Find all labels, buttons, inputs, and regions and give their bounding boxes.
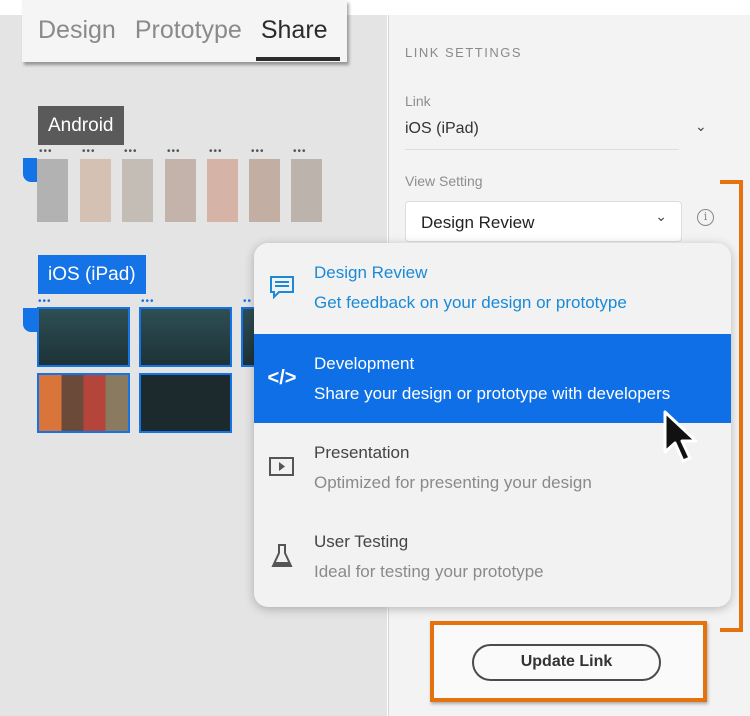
android-group-label[interactable]: Android bbox=[38, 106, 124, 145]
ipad-artboard[interactable] bbox=[37, 307, 130, 367]
artboard-menu-dots[interactable]: ••• bbox=[82, 147, 96, 157]
highlight-bracket-end bbox=[720, 628, 743, 632]
chevron-down-icon: ⌄ bbox=[695, 118, 707, 134]
mode-tabs: Design Prototype Share bbox=[22, 0, 347, 62]
android-artboard[interactable] bbox=[165, 159, 196, 222]
menu-item-title: Design Review bbox=[314, 263, 428, 282]
android-artboard[interactable] bbox=[207, 159, 238, 222]
link-label: Link bbox=[405, 93, 431, 109]
android-artboard[interactable] bbox=[80, 159, 111, 222]
android-artboard[interactable] bbox=[291, 159, 322, 222]
tab-share[interactable]: Share bbox=[255, 0, 340, 62]
ipad-artboard[interactable] bbox=[139, 307, 232, 367]
menu-item-presentation[interactable]: Presentation Optimized for presenting yo… bbox=[254, 423, 731, 512]
view-setting-label: View Setting bbox=[405, 173, 483, 189]
play-icon bbox=[268, 453, 296, 481]
view-setting-menu: Design Review Get feedback on your desig… bbox=[254, 243, 731, 607]
menu-item-title: Development bbox=[314, 354, 415, 373]
view-setting-value: Design Review bbox=[421, 213, 535, 232]
artboard-menu-dots[interactable]: ••• bbox=[39, 147, 53, 157]
artboard-menu-dots[interactable]: ••• bbox=[251, 147, 265, 157]
comment-icon bbox=[268, 273, 296, 301]
ipad-artboard[interactable] bbox=[37, 373, 130, 433]
link-select[interactable]: iOS (iPad) ⌄ bbox=[405, 112, 715, 150]
artboard-menu-dots[interactable]: ••• bbox=[167, 147, 181, 157]
artboard-menu-dots[interactable]: ••• bbox=[124, 147, 138, 157]
tab-prototype[interactable]: Prototype bbox=[135, 0, 242, 62]
artboard-menu-dots[interactable]: ••• bbox=[293, 147, 307, 157]
section-title: LINK SETTINGS bbox=[405, 45, 523, 60]
ipad-artboard[interactable] bbox=[139, 373, 232, 433]
flask-icon bbox=[268, 542, 296, 570]
update-link-label: Update Link bbox=[520, 653, 613, 670]
chevron-down-icon: ⌄ bbox=[655, 208, 667, 224]
update-link-button[interactable]: Update Link bbox=[472, 644, 661, 681]
menu-item-desc: Optimized for presenting your design bbox=[314, 473, 592, 492]
artboard-menu-dots[interactable]: ••• bbox=[209, 147, 223, 157]
ipad-group-label[interactable]: iOS (iPad) bbox=[38, 255, 146, 294]
menu-item-user-testing[interactable]: User Testing Ideal for testing your prot… bbox=[254, 512, 731, 601]
link-value: iOS (iPad) bbox=[405, 120, 479, 137]
menu-item-title: User Testing bbox=[314, 532, 409, 551]
menu-item-desc: Share your design or prototype with deve… bbox=[314, 384, 671, 403]
flow-start-flag[interactable] bbox=[23, 308, 37, 332]
mouse-cursor-icon bbox=[663, 410, 698, 463]
menu-item-title: Presentation bbox=[314, 443, 410, 462]
flow-start-flag[interactable] bbox=[23, 158, 37, 182]
info-icon[interactable]: i bbox=[697, 209, 714, 226]
menu-item-desc: Get feedback on your design or prototype bbox=[314, 293, 627, 312]
menu-item-design-review[interactable]: Design Review Get feedback on your desig… bbox=[254, 243, 731, 332]
menu-item-development[interactable]: </> Development Share your design or pro… bbox=[254, 334, 731, 423]
android-artboard[interactable] bbox=[249, 159, 280, 222]
view-setting-dropdown[interactable]: Design Review ⌄ bbox=[405, 201, 682, 242]
highlight-bracket-line bbox=[739, 180, 743, 632]
menu-item-desc: Ideal for testing your prototype bbox=[314, 562, 544, 581]
code-icon: </> bbox=[267, 366, 297, 389]
android-artboard[interactable] bbox=[122, 159, 153, 222]
tab-design[interactable]: Design bbox=[38, 0, 116, 62]
android-artboard[interactable] bbox=[37, 159, 68, 222]
